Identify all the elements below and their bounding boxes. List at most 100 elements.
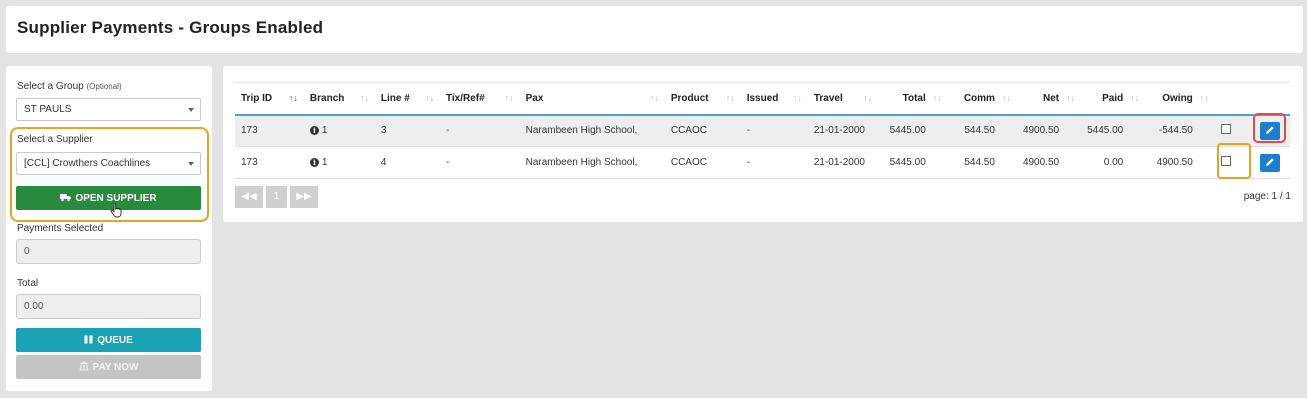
cell-pax: Narambeen High School, bbox=[519, 114, 665, 147]
cell-product: CCAOC bbox=[664, 114, 741, 147]
col-owing[interactable]: Owing ↑↓ bbox=[1145, 82, 1215, 116]
cell-issued: - bbox=[740, 114, 808, 147]
cell-trip-id: 173 bbox=[235, 114, 304, 147]
table-header-row: Trip ID ↑↓ Branch ↑↓ Line # ↑↓ Tix/Ref# ↑↓ P… bbox=[235, 82, 1290, 116]
info-circle-icon[interactable]: i bbox=[309, 158, 319, 167]
last-page-button[interactable]: ▶▶ bbox=[290, 186, 318, 208]
col-pax[interactable]: Pax ↑↓ bbox=[519, 82, 665, 116]
cell-net: 4900.50 bbox=[1016, 146, 1082, 179]
col-net-label: Net bbox=[1042, 92, 1060, 104]
cell-tix: - bbox=[439, 146, 520, 179]
sort-icon: ↑↓ bbox=[504, 93, 514, 103]
sort-icon: ↑↓ bbox=[725, 93, 735, 103]
col-travel[interactable]: Travel ↑↓ bbox=[807, 82, 879, 116]
col-total[interactable]: Total ↑↓ bbox=[878, 82, 948, 116]
cell-travel: 21-01-2000 bbox=[807, 114, 879, 147]
cell-pax: Narambeen High School, bbox=[519, 146, 665, 179]
col-issued[interactable]: Issued ↑↓ bbox=[740, 82, 808, 116]
cell-travel: 21-01-2000 bbox=[807, 146, 879, 179]
col-pax-label: Pax bbox=[525, 92, 544, 104]
sort-icon: ↑↓ bbox=[1130, 93, 1140, 103]
sort-icon: ↑↓ bbox=[863, 93, 873, 103]
sort-icon: ↑↓ bbox=[792, 93, 802, 103]
group-label: Select a Group (Optional) bbox=[17, 81, 122, 92]
cell-branch-value: 1 bbox=[321, 125, 328, 137]
col-issued-label: Issued bbox=[746, 92, 779, 104]
cell-branch-value: 1 bbox=[321, 157, 328, 168]
edit-highlight bbox=[1253, 113, 1286, 143]
edit-button[interactable] bbox=[1260, 153, 1281, 172]
info-circle-icon[interactable]: i bbox=[309, 126, 319, 136]
cell-owing: -544.50 bbox=[1145, 114, 1215, 147]
payments-selected-field: 0 bbox=[16, 239, 201, 264]
sort-icon: ↑↓ bbox=[1066, 93, 1076, 103]
cell-total: 5445.00 bbox=[878, 114, 948, 147]
table-row: 173 i1 4 - Narambeen High School, CCAOC … bbox=[235, 146, 1290, 179]
col-line[interactable]: Line # ↑↓ bbox=[374, 82, 440, 116]
group-label-text: Select a Group bbox=[17, 81, 84, 92]
total-label: Total bbox=[17, 278, 39, 289]
group-select-value: ST PAULS bbox=[24, 104, 72, 115]
cell-issued: - bbox=[740, 146, 808, 179]
group-optional-note: (Optional) bbox=[86, 82, 122, 91]
fast-forward-icon: ▶▶ bbox=[296, 191, 312, 202]
pay-now-button[interactable]: PAY NOW bbox=[16, 355, 201, 379]
sort-icon: ↑↓ bbox=[1001, 93, 1011, 103]
cell-branch: i1 bbox=[303, 146, 375, 179]
col-trip-id-label: Trip ID bbox=[241, 92, 273, 104]
col-comm[interactable]: Comm ↑↓ bbox=[947, 82, 1017, 116]
cell-line: 4 bbox=[374, 146, 440, 179]
col-travel-label: Travel bbox=[813, 92, 843, 104]
sort-icon: ↑↓ bbox=[424, 93, 434, 103]
col-paid-label: Paid bbox=[1102, 92, 1124, 104]
caret-down-icon bbox=[188, 108, 194, 112]
page-number-button[interactable]: 1 bbox=[266, 186, 287, 208]
sort-icon: ↑↓ bbox=[649, 93, 659, 103]
cell-tix: - bbox=[439, 114, 520, 147]
sort-icon: ↑↓ bbox=[1199, 93, 1209, 103]
sort-icon: ↑↓ bbox=[359, 93, 369, 103]
col-paid[interactable]: Paid ↑↓ bbox=[1081, 82, 1146, 116]
pay-now-label: PAY NOW bbox=[92, 362, 139, 373]
table-row: 173 i1 3 - Narambeen High School, CCAOC … bbox=[235, 114, 1290, 147]
cell-branch: i1 bbox=[303, 114, 375, 147]
col-net[interactable]: Net ↑↓ bbox=[1016, 82, 1082, 116]
row-checkbox[interactable] bbox=[1220, 124, 1231, 135]
cell-paid: 0.00 bbox=[1081, 146, 1146, 179]
queue-button[interactable]: QUEUE bbox=[16, 328, 201, 352]
col-branch-label: Branch bbox=[309, 92, 345, 104]
col-tix-ref[interactable]: Tix/Ref# ↑↓ bbox=[439, 82, 520, 116]
col-product-label: Product bbox=[670, 92, 709, 104]
cell-select bbox=[1214, 114, 1245, 147]
cell-comm: 544.50 bbox=[947, 146, 1017, 179]
col-select bbox=[1214, 82, 1245, 116]
payments-table: Trip ID ↑↓ Branch ↑↓ Line # ↑↓ Tix/Ref# ↑↓ P… bbox=[235, 82, 1290, 179]
total-field: 0.00 bbox=[16, 294, 201, 319]
group-select[interactable]: ST PAULS bbox=[16, 98, 201, 121]
sort-icon: ↑↓ bbox=[932, 93, 942, 103]
col-tix-ref-label: Tix/Ref# bbox=[445, 92, 485, 104]
cell-product: CCAOC bbox=[664, 146, 741, 179]
sort-asc-icon: ↑↓ bbox=[288, 93, 298, 103]
fast-backward-icon: ◀◀ bbox=[241, 191, 257, 202]
hand-pointer-icon bbox=[110, 202, 122, 221]
page-header: Supplier Payments - Groups Enabled bbox=[6, 6, 1303, 53]
col-product[interactable]: Product ↑↓ bbox=[664, 82, 741, 116]
col-actions bbox=[1244, 82, 1290, 116]
queue-label: QUEUE bbox=[97, 335, 133, 346]
col-owing-label: Owing bbox=[1162, 92, 1193, 104]
col-branch[interactable]: Branch ↑↓ bbox=[303, 82, 375, 116]
payment-sidebar: Select a Group (Optional) ST PAULS Selec… bbox=[6, 66, 212, 391]
payments-selected-label: Payments Selected bbox=[17, 223, 104, 234]
col-trip-id[interactable]: Trip ID ↑↓ bbox=[235, 82, 304, 116]
payments-panel: Trip ID ↑↓ Branch ↑↓ Line # ↑↓ Tix/Ref# ↑↓ P… bbox=[223, 66, 1303, 222]
checkbox-highlight bbox=[1217, 143, 1251, 179]
cell-net: 4900.50 bbox=[1016, 114, 1082, 147]
first-page-button[interactable]: ◀◀ bbox=[235, 186, 263, 208]
bank-icon bbox=[79, 355, 89, 379]
page-info: page: 1 / 1 bbox=[1243, 191, 1291, 202]
cell-paid: 5445.00 bbox=[1081, 114, 1146, 147]
cell-line: 3 bbox=[374, 114, 440, 147]
cell-actions bbox=[1244, 146, 1290, 179]
col-line-label: Line # bbox=[380, 92, 410, 104]
